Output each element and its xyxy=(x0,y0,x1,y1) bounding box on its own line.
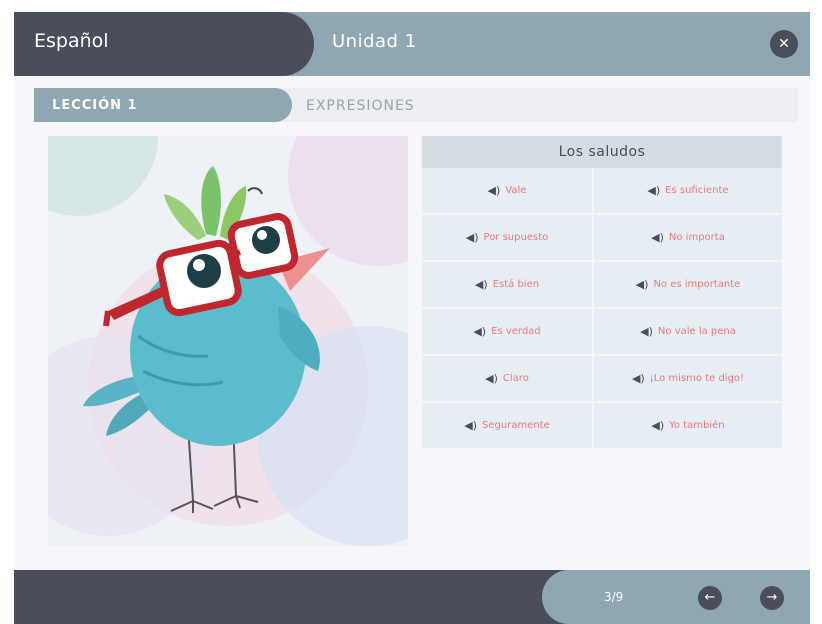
phrase-esta-bien[interactable]: ◀) Está bien xyxy=(422,262,594,309)
phrase-por-supuesto[interactable]: ◀) Por supuesto xyxy=(422,215,594,262)
speaker-icon: ◀) xyxy=(464,419,478,432)
phrase-yo-tambien[interactable]: ◀) Yo también xyxy=(594,403,782,450)
phrase-es-suficiente[interactable]: ◀) Es suficiente xyxy=(594,168,782,215)
app-title: Español xyxy=(34,30,109,52)
app-window: Español Unidad 1 ✕ LECCIÓN 1 EXPRESIONES xyxy=(14,12,810,624)
phrase-label: Yo también xyxy=(669,420,725,431)
speaker-icon: ◀) xyxy=(640,325,653,338)
footer: 3/9 ← → xyxy=(14,570,810,624)
phrase-label: Seguramente xyxy=(482,420,550,431)
lesson-label: LECCIÓN 1 xyxy=(52,98,138,113)
phrase-label: ¡Lo mismo te digo! xyxy=(649,373,745,384)
phrases-title: Los saludos xyxy=(422,136,782,168)
phrases-panel: Los saludos ◀) Vale ◀) Es suficiente ◀) Por… xyxy=(422,136,782,450)
phrase-no-es-importante[interactable]: ◀) No es importante xyxy=(594,262,782,309)
arrow-right-icon: → xyxy=(766,590,778,605)
phrase-lo-mismo-te-digo[interactable]: ◀) ¡Lo mismo te digo! xyxy=(594,356,782,403)
phrase-label: Está bien xyxy=(492,279,540,290)
close-icon: ✕ xyxy=(778,36,790,52)
speaker-icon: ◀) xyxy=(635,278,649,291)
speaker-icon: ◀) xyxy=(487,184,501,197)
speaker-icon: ◀) xyxy=(465,231,479,244)
lesson-bar: LECCIÓN 1 EXPRESIONES xyxy=(34,88,798,122)
phrase-label: No importa xyxy=(668,232,725,243)
phrase-label: Es verdad xyxy=(491,326,541,337)
phrase-vale[interactable]: ◀) Vale xyxy=(422,168,594,215)
speaker-icon: ◀) xyxy=(651,419,665,432)
phrase-no-vale-la-pena[interactable]: ◀) No vale la pena xyxy=(594,309,782,356)
speaker-icon: ◀) xyxy=(474,278,488,291)
phrase-label: Claro xyxy=(502,373,529,384)
unit-title: Unidad 1 xyxy=(332,31,417,52)
header: Español Unidad 1 ✕ xyxy=(14,12,810,76)
lesson-tab[interactable]: LECCIÓN 1 xyxy=(34,88,292,122)
phrase-no-importa[interactable]: ◀) No importa xyxy=(594,215,782,262)
phrase-label: Vale xyxy=(505,185,527,196)
next-button[interactable]: → xyxy=(760,586,784,610)
phrase-label: Por supuesto xyxy=(483,232,549,243)
arrow-left-icon: ← xyxy=(704,590,716,605)
phrase-grid: ◀) Vale ◀) Es suficiente ◀) Por supuesto ◀)… xyxy=(422,168,782,450)
speaker-icon: ◀) xyxy=(647,184,661,197)
phrase-label: Es suficiente xyxy=(665,185,729,196)
phrase-claro[interactable]: ◀) Claro xyxy=(422,356,594,403)
bird-illustration xyxy=(48,136,408,546)
speaker-icon: ◀) xyxy=(631,372,645,385)
phrase-label: No es importante xyxy=(653,279,741,290)
page-indicator: 3/9 xyxy=(604,590,624,604)
header-title-panel: Español xyxy=(14,12,314,76)
speaker-icon: ◀) xyxy=(485,372,498,385)
speaker-icon: ◀) xyxy=(473,325,487,338)
bird-image xyxy=(48,136,408,546)
phrase-seguramente[interactable]: ◀) Seguramente xyxy=(422,403,594,450)
section-label: EXPRESIONES xyxy=(306,98,415,114)
close-button[interactable]: ✕ xyxy=(770,30,798,58)
previous-button[interactable]: ← xyxy=(698,586,722,610)
phrase-es-verdad[interactable]: ◀) Es verdad xyxy=(422,309,594,356)
phrase-label: No vale la pena xyxy=(657,326,736,337)
speaker-icon: ◀) xyxy=(651,231,664,244)
